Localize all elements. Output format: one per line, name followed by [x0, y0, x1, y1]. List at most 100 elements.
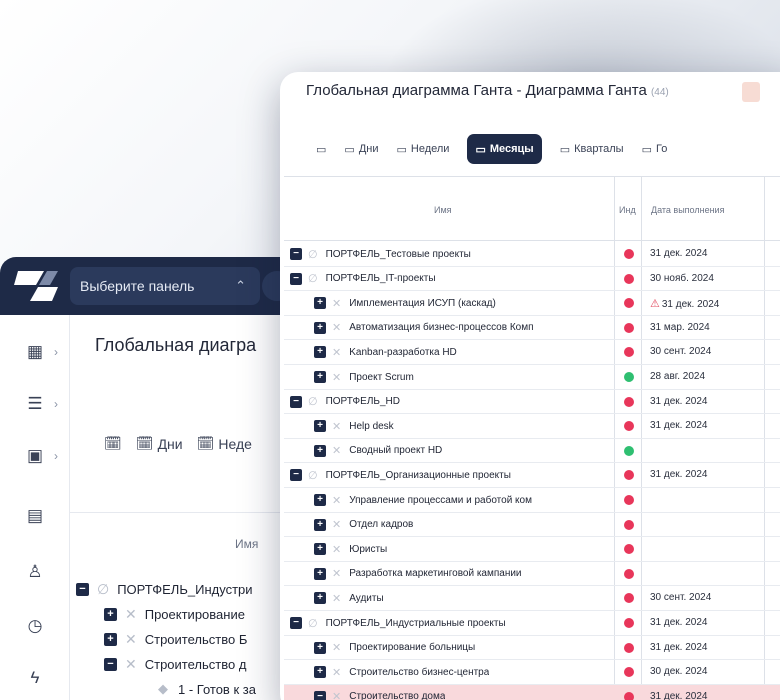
- table-row[interactable]: + ✕ Отдел кадров: [284, 513, 780, 538]
- tree-row[interactable]: + ✕ Строительство Б: [104, 628, 247, 650]
- collapse-icon[interactable]: −: [76, 582, 89, 596]
- expand-icon[interactable]: +: [314, 641, 326, 654]
- expand-icon[interactable]: +: [104, 607, 117, 621]
- status-dot: [624, 445, 634, 456]
- row-name: Разработка маркетинговой кампании: [349, 568, 522, 580]
- collapse-icon[interactable]: −: [290, 617, 302, 629]
- due-date-text: 30 сент. 2024: [650, 592, 712, 604]
- column-header-date[interactable]: Дата выполнения: [651, 205, 724, 215]
- table-row[interactable]: + ✕ Help desk 31 дек. 2024: [284, 414, 780, 439]
- collapse-icon[interactable]: −: [104, 657, 117, 671]
- row-name: Аудиты: [349, 592, 384, 604]
- table-row[interactable]: + ✕ Имплементация ИСУП (каскад) ⚠ 31 дек. 20…: [284, 291, 780, 316]
- tree-row[interactable]: ◆ 1 - Готов к за: [158, 678, 256, 700]
- hierarchy-icon[interactable]: ☰: [24, 393, 46, 415]
- cross-icon: ✕: [125, 605, 137, 622]
- expand-icon[interactable]: +: [314, 666, 326, 679]
- chevron-right-icon: ›: [54, 449, 58, 463]
- due-date-text: 30 нояб. 2024: [650, 272, 714, 284]
- table-row[interactable]: + ✕ Аудиты 30 сент. 2024: [284, 586, 780, 611]
- clock-icon[interactable]: ◷: [24, 615, 46, 637]
- table-row[interactable]: − ∅ ПОРТФЕЛЬ_HD 31 дек. 2024: [284, 390, 780, 415]
- expand-icon[interactable]: +: [314, 592, 326, 605]
- expand-icon[interactable]: −: [314, 690, 326, 700]
- expand-icon[interactable]: +: [314, 346, 326, 359]
- table-row[interactable]: + ✕ Сводный проект HD: [284, 439, 780, 464]
- tree-row[interactable]: − ✕ Строительство д: [104, 653, 246, 675]
- due-date-text: 31 мар. 2024: [650, 321, 710, 333]
- collapse-icon[interactable]: −: [290, 395, 302, 408]
- user-icon[interactable]: ♙: [24, 561, 46, 583]
- warning-icon: ⚠: [650, 298, 660, 311]
- tab-label: Месяцы: [489, 143, 534, 155]
- table-row[interactable]: − ∅ ПОРТФЕЛЬ_IT-проекты 30 нояб. 2024: [284, 267, 780, 292]
- calendar-icon: ▭: [475, 143, 486, 156]
- table-row[interactable]: − ∅ ПОРТФЕЛЬ_Индустриальные проекты 31 дек.…: [284, 611, 780, 636]
- clipboard-icon[interactable]: ▣: [24, 445, 46, 467]
- cross-icon: ✕: [332, 297, 342, 310]
- table-row[interactable]: + ✕ Юристы: [284, 537, 780, 562]
- table-header: Имя Инд Дата выполнения: [284, 177, 780, 241]
- tab-label: Дни: [157, 435, 183, 452]
- tab-years[interactable]: ▭ Го: [642, 134, 668, 164]
- cell-name: − ∅ ПОРТФЕЛЬ_HD: [290, 390, 620, 414]
- title-text: Глобальная диаграмма Ганта - Диаграмма Г…: [306, 82, 647, 99]
- tab-label: Кварталы: [574, 143, 624, 155]
- tab-weeks[interactable]: 🗓︎ Неде: [197, 435, 252, 452]
- chevron-right-icon: ›: [54, 345, 58, 359]
- tab-quarters[interactable]: ▭ Кварталы: [560, 134, 624, 164]
- calendar-icon: ▭: [641, 143, 652, 156]
- table-row[interactable]: − ✕ Строительство дома 31 дек. 2024: [284, 684, 780, 700]
- status-dot: [624, 273, 634, 284]
- calendar-icon[interactable]: ▤: [24, 505, 46, 527]
- panel-select[interactable]: Выберите панель ⌃: [70, 267, 260, 305]
- due-date: 30 дек. 2024: [650, 666, 707, 677]
- dashboard-icon[interactable]: ▦: [24, 341, 46, 363]
- table-row[interactable]: + ✕ Проектирование больницы 31 дек. 2024: [284, 636, 780, 661]
- row-name: Имплементация ИСУП (каскад): [349, 297, 496, 309]
- table-row[interactable]: + ✕ Автоматизация бизнес-процессов Комп 31 …: [284, 316, 780, 341]
- expand-icon[interactable]: +: [314, 371, 326, 383]
- expand-icon[interactable]: +: [314, 297, 326, 310]
- column-header-name[interactable]: Имя: [434, 205, 452, 215]
- table-row[interactable]: + ✕ Проект Scrum 28 авг. 2024: [284, 365, 780, 390]
- chevron-right-icon: ›: [54, 397, 58, 411]
- collapse-icon[interactable]: −: [290, 248, 302, 260]
- expand-icon[interactable]: +: [314, 543, 326, 556]
- expand-icon[interactable]: +: [314, 567, 326, 580]
- tab-days[interactable]: 🗓︎ Дни: [136, 435, 183, 452]
- cell-name: + ✕ Строительство бизнес-центра: [314, 660, 644, 684]
- expand-icon[interactable]: +: [104, 632, 117, 646]
- panel-select-label: Выберите панель: [80, 278, 195, 294]
- tree-row[interactable]: + ✕ Проектирование: [104, 603, 245, 625]
- column-header-indicator[interactable]: Инд: [619, 205, 636, 215]
- table-row[interactable]: + ✕ Строительство бизнес-центра 30 дек. 202…: [284, 660, 780, 685]
- tab-weeks[interactable]: ▭ Недели: [396, 134, 449, 164]
- tab-months[interactable]: ▭ Месяцы: [467, 134, 542, 164]
- expand-icon[interactable]: +: [314, 321, 326, 334]
- collapse-icon[interactable]: −: [290, 469, 302, 482]
- expand-icon[interactable]: +: [314, 444, 326, 457]
- due-date-text: 31 дек. 2024: [650, 248, 708, 259]
- table-row[interactable]: + ✕ Управление процессами и работой ком: [284, 488, 780, 513]
- tab-days[interactable]: ▭ Дни: [344, 134, 378, 164]
- gantt-view-tabs: ▭ ▭ Дни ▭ Недели ▭ Месяцы ▭ Кварталы ▭ Го: [316, 134, 667, 164]
- row-name: Проектирование больницы: [349, 642, 476, 654]
- status-dot: [624, 568, 634, 579]
- table-row[interactable]: − ∅ ПОРТФЕЛЬ_Организационные проекты 31 дек…: [284, 463, 780, 488]
- expand-icon[interactable]: +: [314, 494, 326, 506]
- table-row[interactable]: + ✕ Разработка маркетинговой кампании: [284, 562, 780, 587]
- tab-calendar[interactable]: ▭: [316, 134, 326, 164]
- table-row[interactable]: + ✕ Kanban-разработка HD 30 сент. 2024: [284, 340, 780, 365]
- lightning-icon[interactable]: ϟ: [24, 667, 46, 689]
- calendar-icon[interactable]: 🗓︎: [104, 435, 122, 452]
- due-date: 31 дек. 2024: [650, 469, 707, 480]
- table-row[interactable]: − ∅ ПОРТФЕЛЬ_Тестовые проекты 31 дек. 2024: [284, 242, 780, 267]
- empty-icon: ∅: [308, 469, 318, 482]
- collapse-icon[interactable]: −: [290, 272, 302, 285]
- due-date: 31 дек. 2024: [650, 420, 707, 431]
- tree-row[interactable]: − ∅ ПОРТФЕЛЬ_Индустри: [76, 578, 253, 600]
- empty-icon: ∅: [97, 580, 110, 597]
- expand-icon[interactable]: +: [314, 518, 326, 531]
- expand-icon[interactable]: +: [314, 420, 326, 433]
